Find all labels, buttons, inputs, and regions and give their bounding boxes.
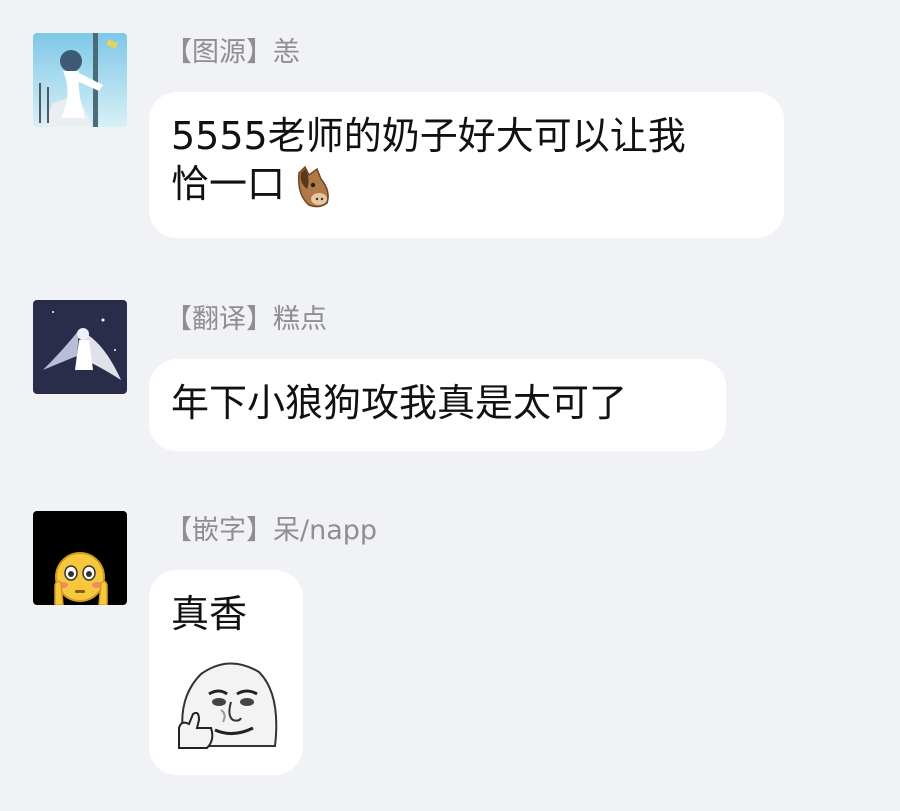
avatar-angel-moon[interactable] xyxy=(33,300,127,394)
sender-name: 【图源】恙 xyxy=(165,37,300,68)
avatar-flushed-emoji[interactable] xyxy=(33,511,127,605)
message-bubble[interactable]: 年下小狼狗攻我真是太可了 xyxy=(149,359,726,451)
horse-face-icon xyxy=(289,165,335,209)
message-text: 恰一口 xyxy=(171,162,286,206)
message-bubble[interactable]: 真香 xyxy=(149,570,303,775)
message-bubble[interactable]: 5555老师的奶子好大可以让我 恰一口 xyxy=(149,92,784,238)
sender-name: 【翻译】糕点 xyxy=(165,304,327,335)
meme-face-thumbs-up-sticker[interactable] xyxy=(171,650,285,754)
message-text: 5555老师的奶子好大可以让我 xyxy=(171,114,686,158)
sender-name: 【嵌字】呆/napp xyxy=(165,515,378,546)
avatar-anime-girl[interactable] xyxy=(33,33,127,127)
message-text: 真香 xyxy=(171,592,248,636)
message-text: 年下小狼狗攻我真是太可了 xyxy=(171,381,628,425)
